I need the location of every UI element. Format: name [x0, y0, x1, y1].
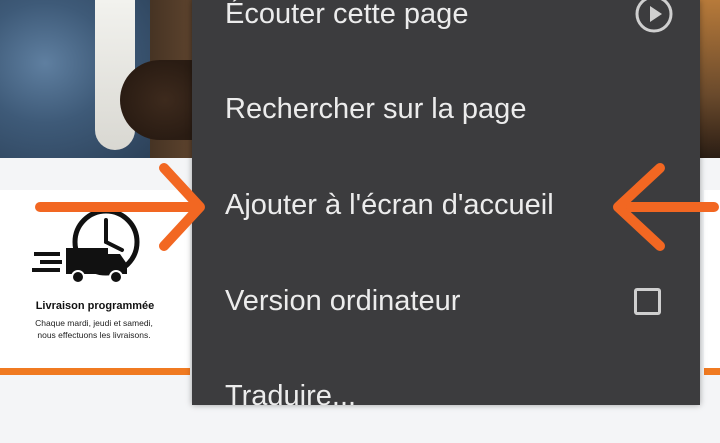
desktop-site-checkbox[interactable]	[634, 287, 661, 315]
menu-item-label: Rechercher sur la page	[225, 92, 527, 125]
menu-item-label: Version ordinateur	[225, 284, 461, 317]
menu-item-label: Ajouter à l'écran d'accueil	[225, 188, 554, 221]
menu-item-desktop-site[interactable]: Version ordinateur	[192, 254, 700, 348]
annotation-arrow-right-icon	[35, 163, 205, 251]
menu-item-find-in-page[interactable]: Rechercher sur la page	[192, 62, 700, 156]
menu-item-listen-page[interactable]: Écouter cette page	[192, 0, 700, 61]
menu-item-translate[interactable]: Traduire...	[192, 349, 700, 443]
menu-item-label: Traduire...	[225, 379, 357, 412]
hero-right-scene	[700, 0, 720, 158]
hero-person-arm	[120, 60, 195, 140]
menu-item-label: Écouter cette page	[225, 0, 469, 30]
play-circle-icon	[635, 0, 673, 33]
delivery-card-description: Chaque mardi, jeudi et samedi, nous effe…	[35, 318, 153, 340]
annotation-arrow-left-icon	[613, 163, 719, 251]
delivery-card-title: Livraison programmée	[35, 300, 155, 312]
